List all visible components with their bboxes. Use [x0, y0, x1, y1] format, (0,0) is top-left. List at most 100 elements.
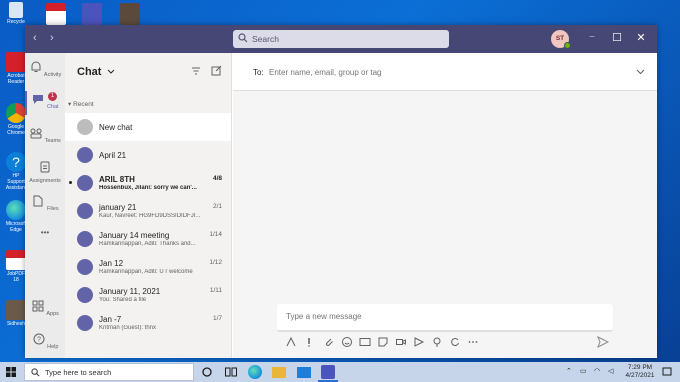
tray-chevron-icon[interactable]: ⌃ — [566, 367, 572, 375]
edge-icon — [6, 200, 26, 220]
rail-item-chat[interactable]: 1 Chat — [25, 92, 65, 110]
desktop-icon-recycle-bin[interactable]: Recycle — [4, 2, 28, 25]
files-icon — [33, 195, 43, 207]
rail-more-button[interactable]: ••• — [25, 228, 65, 237]
group-chat-icon — [77, 147, 93, 163]
emoji-icon[interactable] — [341, 336, 353, 348]
format-icon[interactable] — [285, 336, 297, 348]
mail-icon[interactable] — [297, 367, 311, 378]
recipient-input[interactable] — [269, 66, 569, 78]
message-input[interactable] — [286, 312, 586, 321]
wifi-icon[interactable]: ◠ — [594, 367, 600, 375]
message-compose-box[interactable] — [277, 304, 613, 332]
taskbar-clock[interactable]: 7:29 PM 4/27/2021 — [622, 364, 658, 380]
rail-item-help[interactable]: ? Help — [25, 332, 65, 350]
chat-preview: Kritman (Guest): thnx — [99, 325, 157, 331]
chat-row[interactable]: April 21 — [65, 141, 231, 169]
edge-taskbar-icon[interactable] — [248, 365, 262, 379]
more-options-icon[interactable] — [467, 336, 479, 348]
chat-date: 1/11 — [209, 287, 222, 294]
chat-icon — [33, 95, 44, 104]
chat-date: 4/8 — [212, 175, 222, 182]
chat-row-new-chat[interactable]: New chat — [65, 113, 231, 141]
back-button[interactable]: ‹ — [33, 32, 37, 44]
group-chat-icon — [77, 259, 93, 275]
search-placeholder: Search — [252, 34, 279, 44]
help-icon: ? — [33, 333, 45, 345]
title-bar: ‹ › Search ST — ☐ ✕ — [25, 25, 657, 53]
gif-icon[interactable] — [359, 336, 371, 348]
rail-item-teams[interactable]: Teams — [25, 126, 65, 144]
sticker-icon[interactable] — [377, 336, 389, 348]
teams-taskbar-icon[interactable] — [321, 365, 335, 379]
volume-icon[interactable]: ◁ — [608, 367, 613, 375]
chat-name: January 11, 2021 — [99, 287, 161, 296]
notifications-icon[interactable] — [662, 367, 672, 377]
desktop-icon-label: Microsoft Edge — [5, 221, 27, 233]
send-icon[interactable] — [597, 336, 609, 348]
taskbar-search-box[interactable]: Type here to search — [24, 363, 194, 381]
attach-icon[interactable] — [323, 336, 335, 348]
group-chat-icon — [77, 315, 93, 331]
rail-item-assignments[interactable]: Assignments — [25, 160, 65, 184]
chat-badge: 1 — [48, 92, 57, 101]
search-icon — [238, 33, 248, 43]
presence-available-icon — [564, 42, 571, 49]
chat-name: New chat — [99, 123, 133, 132]
close-button[interactable]: ✕ — [634, 31, 648, 44]
svg-text:?: ? — [37, 337, 41, 344]
chat-row[interactable]: January 11, 2021 You: Shared a file 1/11 — [65, 281, 231, 309]
apps-icon — [32, 300, 44, 312]
rail-item-label: Help — [47, 344, 59, 350]
windows-start-icon[interactable] — [6, 367, 16, 377]
desktop-user-photo-icon[interactable] — [120, 3, 140, 25]
rail-item-activity[interactable]: Activity — [25, 60, 65, 78]
recent-label: Recent — [73, 101, 94, 108]
chat-preview: Kaur, Navreet: HG9FD9DSSIDIDFJI... — [99, 213, 201, 219]
chat-row[interactable]: ARIL 8TH Hossenbux, Jilani: sorry we can… — [65, 169, 231, 197]
new-chat-compose-icon[interactable] — [211, 65, 222, 76]
chat-row[interactable]: january 21 Kaur, Navreet: HG9FD9DSSIDIDF… — [65, 197, 231, 225]
desktop-icon-label: Google Chrome — [7, 124, 25, 136]
chevron-down-icon[interactable] — [107, 67, 115, 75]
desktop-icon-label: HP Support Assistant — [5, 173, 27, 191]
chevron-down-icon[interactable] — [636, 67, 645, 76]
assignments-icon — [40, 161, 50, 173]
desktop-icon-label: Recycle — [7, 19, 25, 25]
chat-name: january 21 — [99, 203, 137, 212]
chat-row[interactable]: Jan -7 Kritman (Guest): thnx 1/7 — [65, 309, 231, 337]
chat-name: ARIL 8TH — [99, 175, 135, 184]
group-chat-icon — [77, 287, 93, 303]
pdf-file-icon — [6, 250, 26, 270]
cortana-icon[interactable] — [200, 365, 214, 379]
maximize-button[interactable]: ☐ — [610, 31, 624, 44]
recent-section-header: ▾ Recent — [68, 101, 94, 108]
rail-item-apps[interactable]: Apps — [25, 299, 65, 317]
to-label: To: — [253, 68, 264, 77]
recipient-bar: To: — [233, 53, 657, 91]
task-view-icon[interactable] — [224, 365, 238, 379]
rail-item-files[interactable]: Files — [25, 194, 65, 212]
deliver-icon[interactable] — [413, 336, 425, 348]
group-chat-icon — [77, 175, 93, 191]
filter-icon[interactable] — [191, 66, 201, 76]
new-chat-pane: To: — [233, 53, 657, 358]
desktop-teams-icon[interactable] — [82, 3, 102, 25]
chat-row[interactable]: January 14 meeting Ramkannappan, Aditi: … — [65, 225, 231, 253]
important-icon[interactable] — [303, 336, 315, 348]
person-avatar-icon — [77, 119, 93, 135]
chat-row[interactable]: Jan 12 Ramkannappan, Aditi: U r welcome … — [65, 253, 231, 281]
search-box[interactable]: Search — [233, 30, 449, 48]
battery-icon[interactable]: ▭ — [580, 367, 587, 375]
file-explorer-icon[interactable] — [272, 367, 286, 378]
forward-button[interactable]: › — [50, 32, 54, 44]
chat-name: April 21 — [99, 151, 127, 160]
loop-icon[interactable] — [449, 336, 461, 348]
chrome-icon — [6, 103, 26, 123]
user-photo-icon — [6, 300, 26, 320]
meet-now-icon[interactable] — [395, 336, 407, 348]
chat-list-title: Chat — [77, 66, 102, 78]
minimize-button[interactable]: — — [585, 34, 599, 40]
praise-icon[interactable] — [431, 336, 443, 348]
desktop-pdf-icon[interactable] — [46, 3, 66, 25]
